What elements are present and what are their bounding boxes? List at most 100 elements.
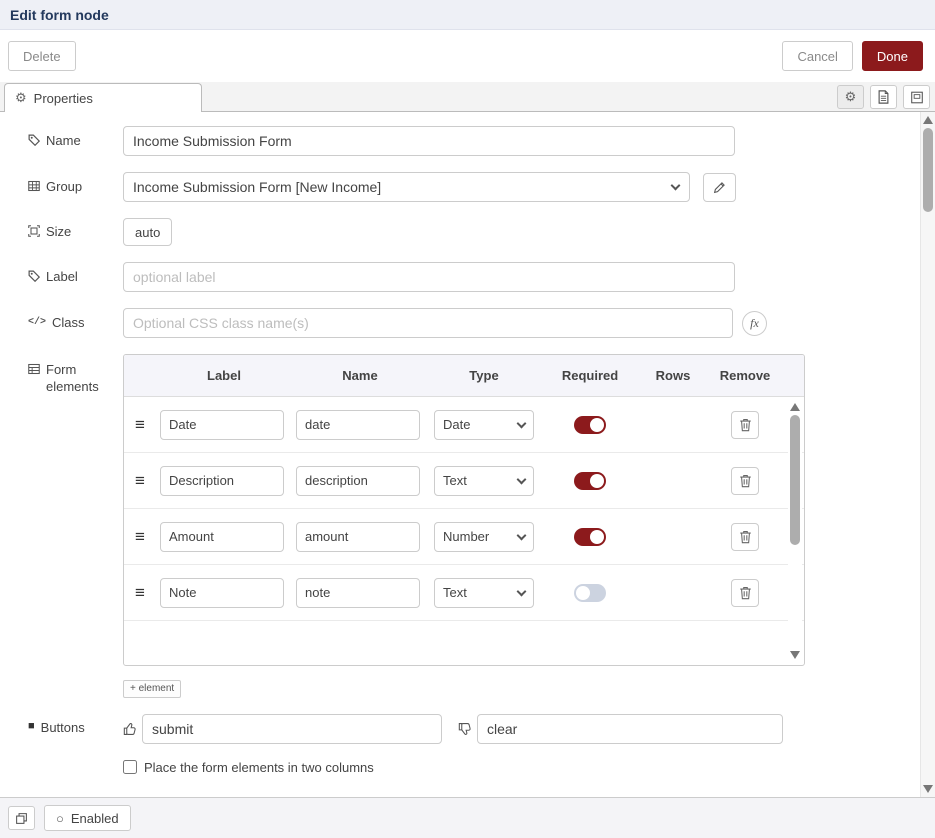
scroll-down-icon[interactable] xyxy=(923,785,933,793)
drag-handle-icon[interactable]: ≡ xyxy=(124,472,156,489)
thumbs-down-icon xyxy=(458,722,472,736)
vertical-scrollbar[interactable] xyxy=(920,112,935,797)
element-name-input[interactable] xyxy=(296,410,420,440)
tab-bar: ⚙ Properties ⚙ xyxy=(0,82,935,112)
two-columns-label[interactable]: Place the form elements in two columns xyxy=(144,760,374,775)
group-select[interactable]: Income Submission Form [New Income] xyxy=(123,172,690,202)
table-header: Label Name Type Required Rows Remove xyxy=(124,355,804,397)
buttons-icon: ■ xyxy=(28,721,35,732)
drag-handle-icon[interactable]: ≡ xyxy=(124,584,156,601)
two-columns-checkbox[interactable] xyxy=(123,760,137,774)
trash-icon xyxy=(739,530,752,544)
thumbs-up-icon xyxy=(123,722,137,736)
scroll-up-icon[interactable] xyxy=(790,403,800,411)
table-scrollbar[interactable] xyxy=(788,399,802,663)
enabled-label: Enabled xyxy=(71,811,119,826)
group-select-wrap: Income Submission Form [New Income] xyxy=(123,172,690,202)
element-name-input[interactable] xyxy=(296,578,420,608)
delete-element-button[interactable] xyxy=(731,411,759,439)
done-button[interactable]: Done xyxy=(862,41,923,71)
form-elements-row: Form elements Label Name Type Required R… xyxy=(28,354,895,698)
size-label: Size xyxy=(28,224,123,241)
size-bounds-icon xyxy=(28,225,40,237)
name-label: Name xyxy=(28,133,123,150)
element-label-input[interactable] xyxy=(160,578,284,608)
add-element-button[interactable]: + element xyxy=(123,680,181,698)
col-required: Required xyxy=(540,368,640,383)
submit-button-text-input[interactable] xyxy=(142,714,442,744)
gear-icon: ⚙ xyxy=(15,90,27,106)
table-row: ≡ Text xyxy=(124,565,804,621)
col-label: Label xyxy=(156,368,292,383)
element-type-select[interactable]: Date xyxy=(434,410,534,440)
layers-button[interactable] xyxy=(8,806,35,830)
col-remove: Remove xyxy=(706,368,784,383)
label-input[interactable] xyxy=(123,262,735,292)
element-name-input[interactable] xyxy=(296,466,420,496)
tab-actions: ⚙ xyxy=(837,85,930,109)
label-row: Label xyxy=(28,262,895,292)
element-label-input[interactable] xyxy=(160,522,284,552)
element-type-select[interactable]: Text xyxy=(434,466,534,496)
description-button[interactable] xyxy=(870,85,897,109)
size-row: Size auto xyxy=(28,218,895,246)
element-type-select-wrap: Date xyxy=(434,410,534,440)
dialog-button-bar: Delete Cancel Done xyxy=(0,30,935,82)
col-type: Type xyxy=(428,368,540,383)
size-button[interactable]: auto xyxy=(123,218,172,246)
drag-handle-icon[interactable]: ≡ xyxy=(124,528,156,545)
form-elements-table: Label Name Type Required Rows Remove ≡ D… xyxy=(123,354,805,666)
element-label-input[interactable] xyxy=(160,466,284,496)
scroll-down-icon[interactable] xyxy=(790,651,800,659)
table-icon xyxy=(28,363,40,375)
document-icon xyxy=(877,90,890,104)
table-row: ≡ Text xyxy=(124,453,804,509)
class-label: </> Class xyxy=(28,315,123,332)
trash-icon xyxy=(739,586,752,600)
buttons-label: ■ Buttons xyxy=(28,720,123,737)
dialog-actions: Cancel Done xyxy=(782,41,923,71)
expand-editor-button[interactable] xyxy=(903,85,930,109)
name-input[interactable] xyxy=(123,126,735,156)
fx-button[interactable]: fx xyxy=(742,311,767,336)
dialog-title: Edit form node xyxy=(10,7,109,23)
cancel-button[interactable]: Cancel xyxy=(782,41,852,71)
enabled-toggle-button[interactable]: ○ Enabled xyxy=(44,805,131,831)
group-grid-icon xyxy=(28,180,40,192)
element-type-select-wrap: Number xyxy=(434,522,534,552)
delete-element-button[interactable] xyxy=(731,467,759,495)
required-toggle[interactable] xyxy=(574,472,606,490)
add-element-row: + element xyxy=(123,678,805,698)
table-row: ≡ Date xyxy=(124,397,804,453)
delete-element-button[interactable] xyxy=(731,579,759,607)
node-settings-button[interactable]: ⚙ xyxy=(837,85,864,109)
edit-group-button[interactable] xyxy=(703,173,736,202)
element-type-select[interactable]: Text xyxy=(434,578,534,608)
delete-button[interactable]: Delete xyxy=(8,41,76,71)
tab-properties[interactable]: ⚙ Properties xyxy=(4,83,202,112)
required-toggle[interactable] xyxy=(574,528,606,546)
tag-icon xyxy=(28,270,40,282)
element-name-input[interactable] xyxy=(296,522,420,552)
scroll-up-icon[interactable] xyxy=(923,116,933,124)
class-row: </> Class fx xyxy=(28,308,895,338)
element-label-input[interactable] xyxy=(160,410,284,440)
dialog-header: Edit form node xyxy=(0,0,935,30)
scrollbar-thumb[interactable] xyxy=(923,128,933,212)
required-toggle[interactable] xyxy=(574,584,606,602)
table-scrollbar-thumb[interactable] xyxy=(790,415,800,545)
element-type-select-wrap: Text xyxy=(434,466,534,496)
element-type-select[interactable]: Number xyxy=(434,522,534,552)
cancel-button-text-input[interactable] xyxy=(477,714,783,744)
two-columns-row: Place the form elements in two columns xyxy=(123,760,895,775)
trash-icon xyxy=(739,474,752,488)
expand-icon xyxy=(910,91,924,104)
col-rows: Rows xyxy=(640,368,706,383)
drag-handle-icon[interactable]: ≡ xyxy=(124,416,156,433)
gear-icon: ⚙ xyxy=(845,89,857,105)
delete-element-button[interactable] xyxy=(731,523,759,551)
layers-icon xyxy=(15,812,28,825)
required-toggle[interactable] xyxy=(574,416,606,434)
class-input[interactable] xyxy=(123,308,733,338)
properties-panel: Name Group Income Submission Form [New I… xyxy=(0,112,935,797)
